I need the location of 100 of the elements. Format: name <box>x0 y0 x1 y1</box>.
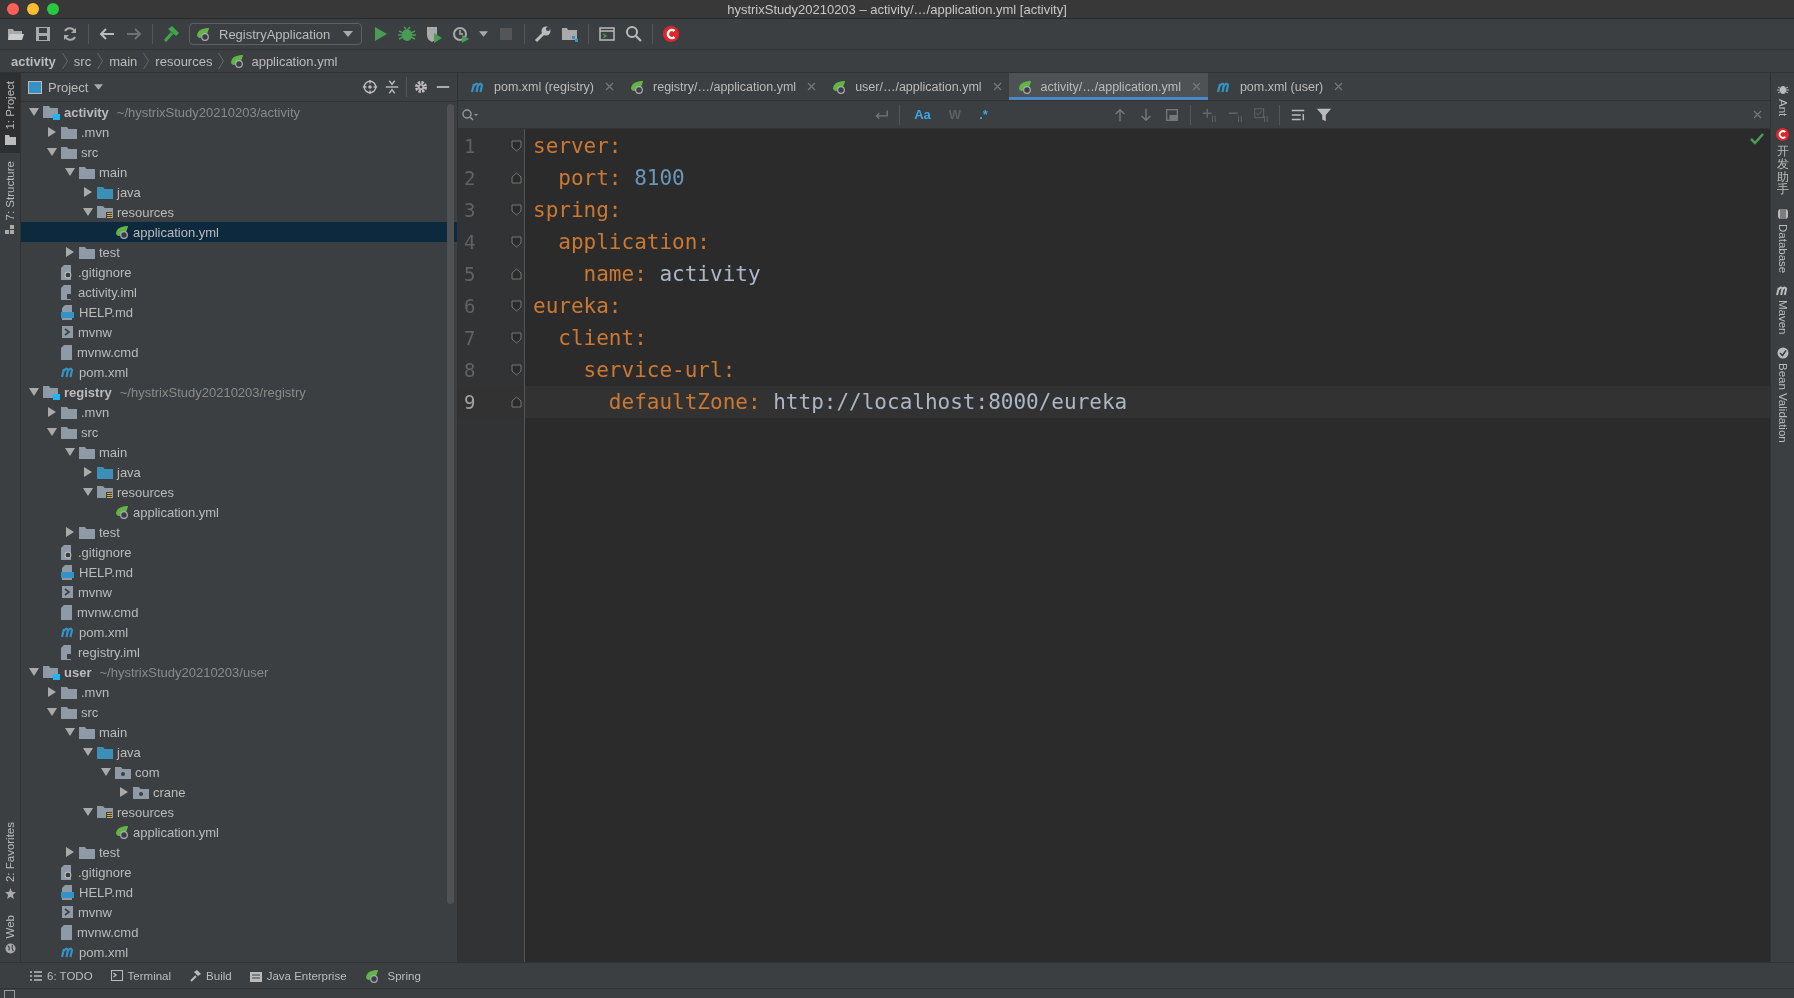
tree-item[interactable]: main <box>21 442 457 462</box>
expanded-arrow-icon[interactable] <box>65 447 75 457</box>
tool-window-button[interactable]: Terminal <box>110 969 172 982</box>
search-option-toggle[interactable]: .* <box>975 107 992 122</box>
editor-tab[interactable]: pom.xml (user) <box>1207 73 1351 100</box>
breadcrumb-item[interactable]: application.yml <box>230 53 338 69</box>
tree-item[interactable]: java <box>21 182 457 202</box>
breadcrumb-item[interactable]: resources <box>155 53 213 69</box>
fold-marker-icon[interactable] <box>511 364 522 376</box>
expanded-arrow-icon[interactable] <box>83 487 93 497</box>
tree-item[interactable]: application.yml <box>21 502 457 522</box>
search-option-toggle[interactable]: Aa <box>910 107 935 122</box>
collapse-all-icon[interactable] <box>384 79 400 95</box>
fold-end-marker-icon[interactable] <box>511 396 522 408</box>
tree-item[interactable]: application.yml <box>21 822 457 842</box>
tree-item[interactable]: .gitignore <box>21 862 457 882</box>
tree-item[interactable]: HELP.md <box>21 562 457 582</box>
tree-item[interactable]: mvnw.cmd <box>21 342 457 362</box>
close-tab-icon[interactable] <box>605 82 614 91</box>
tool-window-tab[interactable]: Web <box>0 906 20 962</box>
tool-window-tab[interactable]: Bean Validation <box>1776 346 1789 443</box>
tree-item[interactable]: test <box>21 242 457 262</box>
tool-window-tab[interactable]: Maven <box>1776 285 1789 335</box>
close-tab-icon[interactable] <box>807 82 817 91</box>
fold-marker-icon[interactable] <box>511 204 522 216</box>
tree-item[interactable]: user ~/hystrixStudy20210203/user <box>21 662 457 682</box>
tree-item[interactable]: HELP.md <box>21 882 457 902</box>
collapsed-arrow-icon[interactable] <box>65 527 75 537</box>
tree-item[interactable]: pom.xml <box>21 362 457 382</box>
expanded-arrow-icon[interactable] <box>65 727 75 737</box>
window-icon[interactable] <box>598 25 617 43</box>
breadcrumb-item[interactable]: main <box>109 53 138 69</box>
tool-window-tab[interactable]: Ant <box>1776 83 1789 117</box>
tree-item[interactable]: mvnw <box>21 322 457 342</box>
tree-item[interactable]: mvnw.cmd <box>21 922 457 942</box>
tool-window-tab[interactable]: 7: Structure <box>0 152 20 244</box>
tree-item[interactable]: src <box>21 142 457 162</box>
tool-window-tab[interactable]: Database <box>1776 207 1789 274</box>
tool-window-button[interactable]: Build <box>189 969 232 982</box>
tool-window-tab[interactable]: 开发助手 <box>1776 128 1789 196</box>
collapsed-arrow-icon[interactable] <box>47 127 57 137</box>
tree-item[interactable]: test <box>21 522 457 542</box>
editor-tab[interactable]: pom.xml (registry) <box>462 73 621 100</box>
tree-item[interactable]: activity.iml <box>21 282 457 302</box>
fold-end-marker-icon[interactable] <box>511 268 522 280</box>
tree-item[interactable]: test <box>21 842 457 862</box>
collapsed-arrow-icon[interactable] <box>65 847 75 857</box>
tool-window-button[interactable]: Spring <box>364 968 421 983</box>
profiler-icon[interactable] <box>452 25 471 43</box>
tree-item[interactable]: .gitignore <box>21 262 457 282</box>
fold-marker-icon[interactable] <box>511 236 522 248</box>
tree-item[interactable]: main <box>21 722 457 742</box>
tree-item[interactable]: activity ~/hystrixStudy20210203/activity <box>21 102 457 122</box>
tree-item[interactable]: com <box>21 762 457 782</box>
collapsed-arrow-icon[interactable] <box>65 247 75 257</box>
search-icon[interactable] <box>625 25 644 43</box>
editor-tab[interactable]: user/…/application.yml <box>823 73 1009 100</box>
plugin-logo-icon[interactable] <box>662 25 681 43</box>
tree-item[interactable]: src <box>21 422 457 442</box>
tree-item[interactable]: registry.iml <box>21 642 457 662</box>
expanded-arrow-icon[interactable] <box>47 707 57 717</box>
tool-window-button[interactable]: 6: TODO <box>30 969 93 982</box>
minimize-button[interactable] <box>27 3 39 15</box>
expanded-arrow-icon[interactable] <box>47 427 57 437</box>
tree-item[interactable]: src <box>21 702 457 722</box>
wrench-icon[interactable] <box>534 25 553 43</box>
locate-icon[interactable] <box>362 79 378 95</box>
zoom-button[interactable] <box>47 3 59 15</box>
scrollbar[interactable] <box>447 104 454 904</box>
expanded-arrow-icon[interactable] <box>29 387 39 397</box>
tree-item[interactable]: main <box>21 162 457 182</box>
tree-item[interactable]: .mvn <box>21 402 457 422</box>
tree-item[interactable]: crane <box>21 782 457 802</box>
coverage-icon[interactable] <box>425 25 444 43</box>
save-icon[interactable] <box>34 25 52 43</box>
tool-window-tab[interactable]: 1: Project <box>0 73 20 153</box>
debug-icon[interactable] <box>398 25 417 43</box>
collapsed-arrow-icon[interactable] <box>83 187 93 197</box>
tree-item[interactable]: pom.xml <box>21 622 457 642</box>
editor-tab[interactable]: registry/…/application.yml <box>621 73 824 100</box>
tree-item[interactable]: registry ~/hystrixStudy20210203/registry <box>21 382 457 402</box>
tree-item[interactable]: pom.xml <box>21 942 457 962</box>
fold-marker-icon[interactable] <box>511 300 522 312</box>
collapsed-arrow-icon[interactable] <box>119 787 129 797</box>
tree-item[interactable]: .mvn <box>21 682 457 702</box>
expanded-arrow-icon[interactable] <box>83 807 93 817</box>
tree-item[interactable]: .mvn <box>21 122 457 142</box>
tree-item[interactable]: mvnw <box>21 582 457 602</box>
expanded-arrow-icon[interactable] <box>101 767 111 777</box>
tree-item[interactable]: HELP.md <box>21 302 457 322</box>
expanded-arrow-icon[interactable] <box>83 207 93 217</box>
caret-icon[interactable] <box>479 31 489 37</box>
close-button[interactable] <box>7 3 19 15</box>
tool-window-tab[interactable]: 2: Favorites <box>0 814 20 907</box>
expanded-arrow-icon[interactable] <box>65 167 75 177</box>
tree-item[interactable]: application.yml <box>21 222 457 242</box>
expanded-arrow-icon[interactable] <box>47 147 57 157</box>
panel-title[interactable]: Project <box>48 79 89 95</box>
expanded-arrow-icon[interactable] <box>29 667 39 677</box>
settings-icon[interactable] <box>413 79 429 95</box>
